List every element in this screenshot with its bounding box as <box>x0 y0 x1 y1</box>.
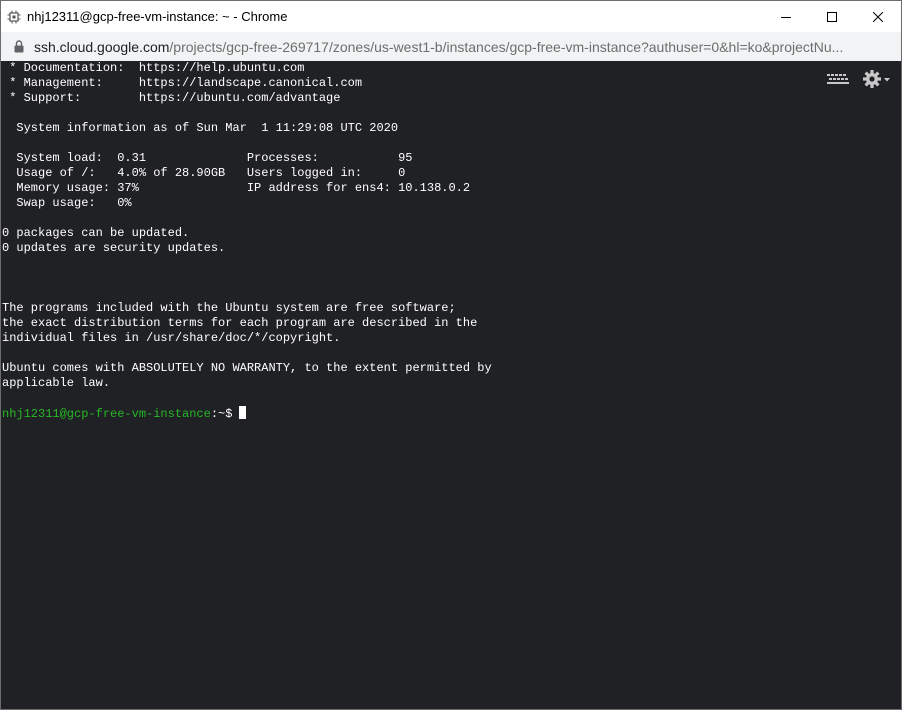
url-text[interactable]: ssh.cloud.google.com/projects/gcp-free-2… <box>34 39 843 55</box>
ssh-terminal[interactable]: * Documentation: https://help.ubuntu.com… <box>1 61 901 709</box>
terminal-line: Usage of /: 4.0% of 28.90GB Users logged… <box>2 166 406 180</box>
terminal-line: The programs included with the Ubuntu sy… <box>2 301 456 315</box>
terminal-line: Swap usage: 0% <box>2 196 132 210</box>
maximize-icon <box>827 11 837 22</box>
close-button[interactable] <box>855 1 901 32</box>
terminal-line: Memory usage: 37% IP address for ens4: 1… <box>2 181 471 195</box>
terminal-line: Ubuntu comes with ABSOLUTELY NO WARRANTY… <box>2 361 492 375</box>
gear-icon[interactable] <box>863 69 891 89</box>
minimize-button[interactable] <box>763 1 809 32</box>
title-bar[interactable]: nhj12311@gcp-free-vm-instance: ~ - Chrom… <box>1 1 901 32</box>
terminal-line: System load: 0.31 Processes: 95 <box>2 151 413 165</box>
close-icon <box>873 11 883 22</box>
terminal-toolbar <box>827 69 891 89</box>
maximize-button[interactable] <box>809 1 855 32</box>
terminal-line: System information as of Sun Mar 1 11:29… <box>2 121 399 135</box>
window-title: nhj12311@gcp-free-vm-instance: ~ - Chrom… <box>27 9 288 24</box>
minimize-icon <box>781 16 791 18</box>
prompt-directory: :~$ <box>210 407 233 421</box>
terminal-prompt-line[interactable]: nhj12311@gcp-free-vm-instance:~$ <box>2 406 492 421</box>
terminal-line: * Support: https://ubuntu.com/advantage <box>2 91 341 105</box>
terminal-line: 0 updates are security updates. <box>2 241 226 255</box>
window-controls <box>763 1 901 32</box>
terminal-cursor <box>239 406 247 419</box>
terminal-line: applicable law. <box>2 376 111 390</box>
chrome-app-window: nhj12311@gcp-free-vm-instance: ~ - Chrom… <box>0 0 902 710</box>
terminal-line: * Documentation: https://help.ubuntu.com <box>2 61 305 75</box>
address-bar[interactable]: ssh.cloud.google.com/projects/gcp-free-2… <box>1 32 901 61</box>
terminal-line: the exact distribution terms for each pr… <box>2 316 478 330</box>
url-path: /projects/gcp-free-269717/zones/us-west1… <box>169 38 844 55</box>
terminal-line: 0 packages can be updated. <box>2 226 190 240</box>
chip-icon[interactable] <box>7 10 21 24</box>
terminal-output: * Documentation: https://help.ubuntu.com… <box>2 61 492 421</box>
lock-icon[interactable] <box>14 40 24 54</box>
keyboard-icon[interactable] <box>827 72 849 86</box>
terminal-line: * Management: https://landscape.canonica… <box>2 76 363 90</box>
url-host: ssh.cloud.google.com <box>34 38 170 55</box>
prompt-user-host: nhj12311@gcp-free-vm-instance <box>2 407 211 421</box>
terminal-line: individual files in /usr/share/doc/*/cop… <box>2 331 341 345</box>
